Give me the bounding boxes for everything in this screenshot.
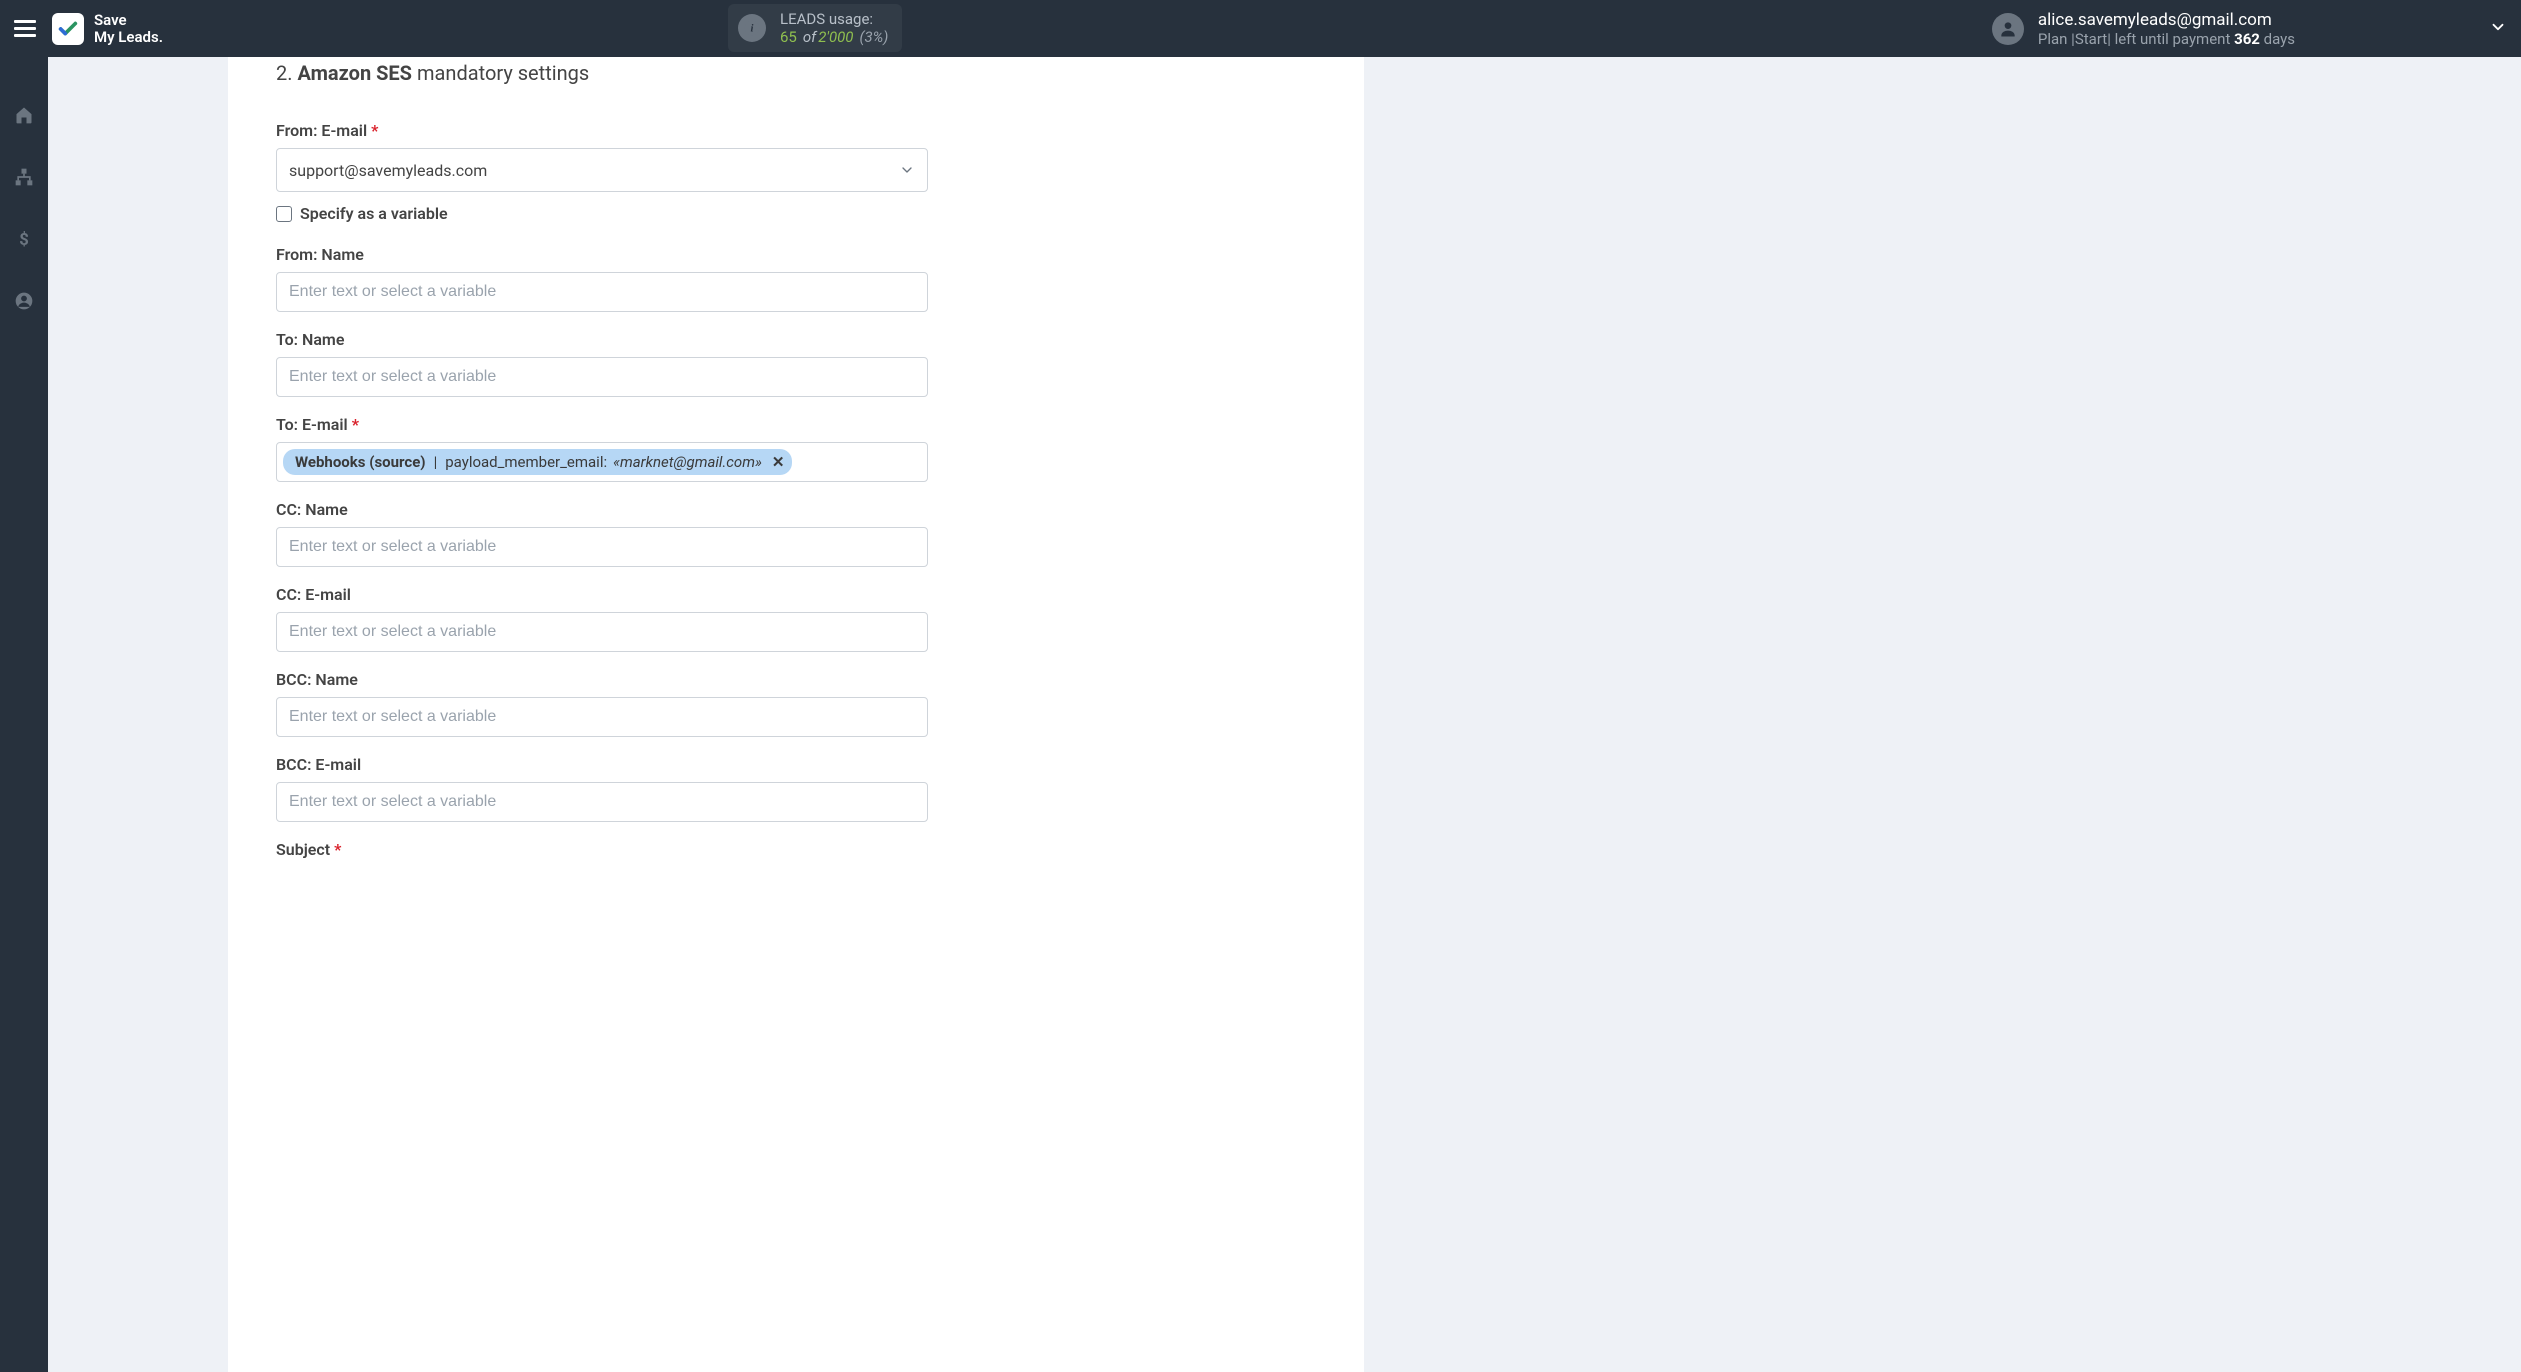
to-email-input[interactable]: Webhooks (source) | payload_member_email… [276,442,928,482]
logo-text: Save My Leads. [94,12,163,46]
label-from-name: From: Name [276,245,928,264]
specify-variable-label: Specify as a variable [300,204,448,223]
label-bcc-email: BCC: E-mail [276,755,928,774]
usage-label: LEADS usage: [780,10,888,28]
label-cc-email: CC: E-mail [276,585,928,604]
from-email-select[interactable]: support@savemyleads.com [276,148,928,192]
label-from-email: From: E-mail* [276,121,928,140]
topbar: Save My Leads. i LEADS usage: 65of2'000(… [0,0,2521,57]
label-to-name: To: Name [276,330,928,349]
svg-text:$: $ [19,231,29,249]
variable-chip: Webhooks (source) | payload_member_email… [283,449,792,475]
section-title: 2. Amazon SES mandatory settings [276,61,928,103]
info-icon: i [738,14,766,42]
label-cc-name: CC: Name [276,500,928,519]
sidebar-connections[interactable] [0,159,48,195]
to-name-input[interactable] [276,357,928,397]
sidebar-account[interactable] [0,283,48,319]
sidebar: $ [0,57,48,1372]
logo-checkmark-icon [52,13,84,45]
cc-name-input[interactable] [276,527,928,567]
specify-variable-checkbox[interactable] [276,206,292,222]
bcc-name-input[interactable] [276,697,928,737]
chevron-down-icon[interactable] [2489,18,2507,40]
from-email-value: support@savemyleads.com [289,161,487,180]
settings-card: 2. Amazon SES mandatory settings From: E… [228,57,1364,1372]
chevron-down-icon [899,162,915,178]
avatar-icon [1992,13,2024,45]
chip-remove-icon[interactable]: ✕ [772,453,785,471]
from-name-input[interactable] [276,272,928,312]
user-email: alice.savemyleads@gmail.com [2038,10,2295,30]
label-to-email: To: E-mail* [276,415,928,434]
label-bcc-name: BCC: Name [276,670,928,689]
cc-email-input[interactable] [276,612,928,652]
bcc-email-input[interactable] [276,782,928,822]
sidebar-billing[interactable]: $ [0,221,48,257]
svg-text:i: i [751,23,754,34]
user-plan: Plan |Start| left until payment 362 days [2038,30,2295,48]
logo[interactable]: Save My Leads. [52,12,163,46]
usage-numbers: 65of2'000(3%) [780,28,888,46]
sidebar-home[interactable] [0,97,48,133]
label-subject: Subject* [276,840,928,859]
user-menu[interactable]: alice.savemyleads@gmail.com Plan |Start|… [1992,0,2507,57]
menu-icon[interactable] [14,20,36,37]
leads-usage-box[interactable]: i LEADS usage: 65of2'000(3%) [728,4,902,52]
